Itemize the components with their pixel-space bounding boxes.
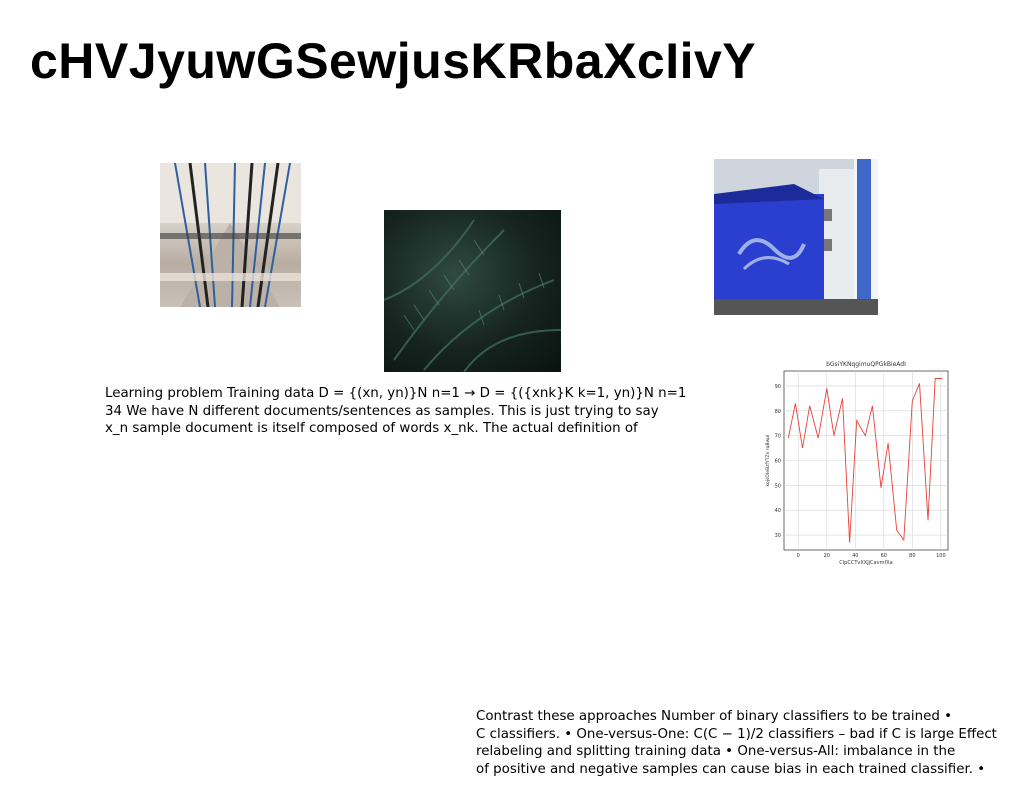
page-title: cHVJyuwGSewjusKRbaXcIivY xyxy=(30,33,757,89)
blue-building-photo xyxy=(714,159,878,315)
y-tick-label: 40 xyxy=(775,508,781,514)
y-axis-label: kojsOIeBzfYTZn rqBwpI xyxy=(765,435,771,487)
text-line: x_n sample document is itself composed o… xyxy=(105,421,638,436)
paragraph-contrast-approaches: Contrast these approaches Number of bina… xyxy=(476,708,1024,778)
fern-photo-art xyxy=(384,219,561,372)
y-tick-label: 60 xyxy=(775,459,781,465)
text-line: Learning problem Training data D = {(xn,… xyxy=(105,386,687,401)
y-tick-label: 90 xyxy=(775,384,781,390)
y-tick-label: 50 xyxy=(775,483,781,489)
x-tick-label: 20 xyxy=(824,553,830,559)
fern-photo xyxy=(384,210,561,372)
text-line: relabeling and splitting training data •… xyxy=(476,744,956,759)
x-tick-label: 40 xyxy=(852,553,858,559)
text-line: C classifiers. • One-versus-One: C(C − 1… xyxy=(476,726,997,742)
paragraph-learning-problem: Learning problem Training data D = {(xn,… xyxy=(105,385,705,438)
text-line: of positive and negative samples can cau… xyxy=(476,761,986,777)
x-tick-label: 100 xyxy=(936,553,946,559)
architecture-photo-art xyxy=(160,163,301,307)
y-tick-label: 30 xyxy=(775,533,781,539)
blue-building-photo-art xyxy=(714,159,878,315)
x-tick-label: 60 xyxy=(881,553,887,559)
line-chart: 30 40 50 60 70 80 90 0 20 40 60 80 100 bGsiYKNqgimuQP… xyxy=(765,361,949,566)
x-tick-label: 80 xyxy=(909,553,915,559)
chart-title: bGsiYKNqgimuQPGkBieAdI xyxy=(826,361,906,368)
x-tick-label: 0 xyxy=(797,553,800,559)
architecture-photo xyxy=(160,163,301,307)
y-tick-label: 70 xyxy=(775,434,781,440)
text-line: 34 We have N different documents/sentenc… xyxy=(105,403,659,419)
text-line: Contrast these approaches Number of bina… xyxy=(476,709,952,724)
x-axis-label: ClpCCTvXXJjCavmfXa xyxy=(839,560,892,566)
y-tick-label: 80 xyxy=(775,409,781,415)
